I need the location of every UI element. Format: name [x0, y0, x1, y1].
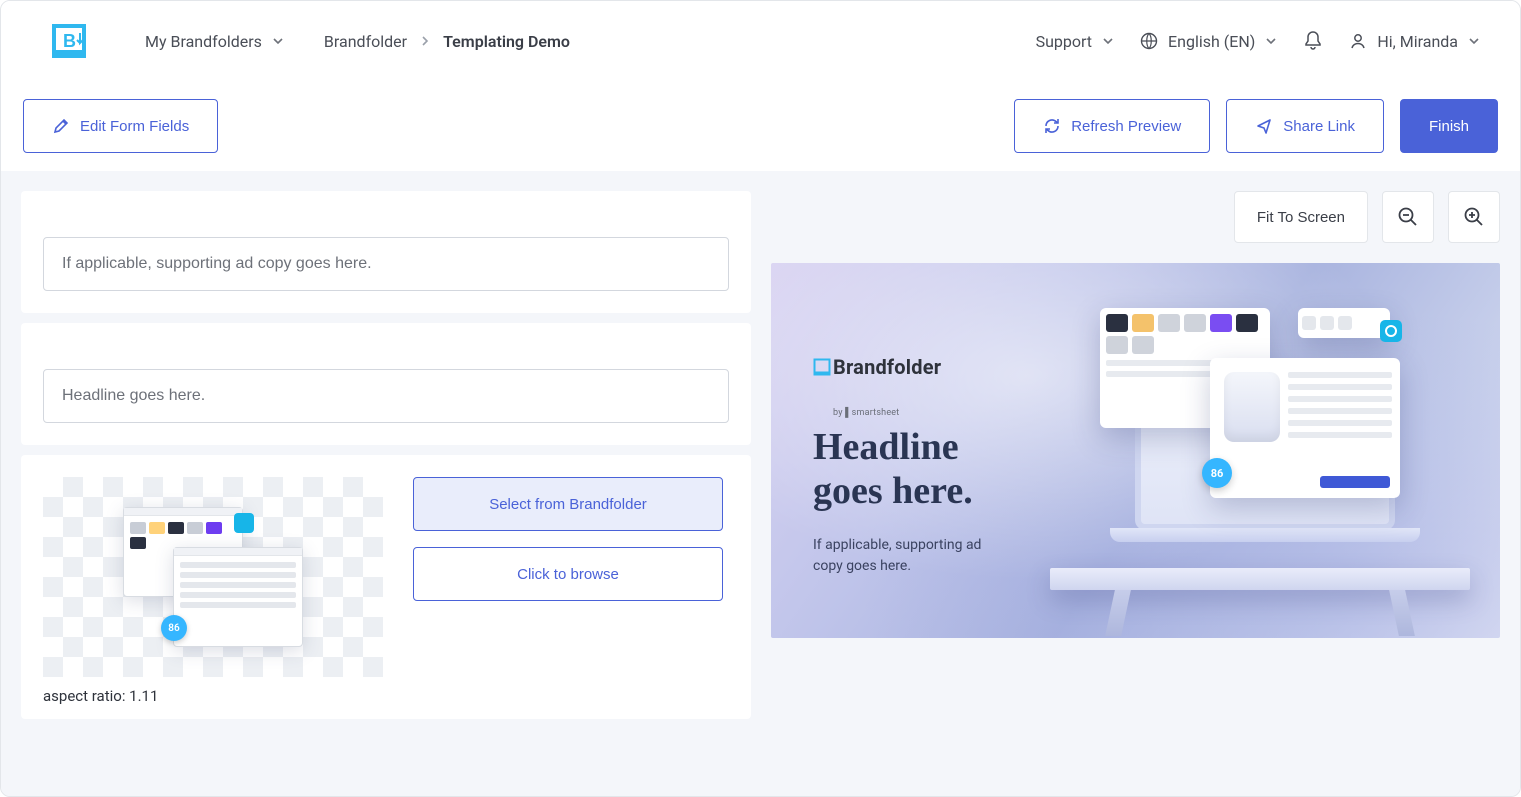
headline-input[interactable]	[43, 369, 729, 423]
chevron-down-icon	[1468, 35, 1480, 47]
chevron-right-icon	[421, 35, 429, 47]
action-bar: Edit Form Fields Refresh Preview Share L…	[1, 81, 1520, 171]
bell-icon	[1303, 30, 1323, 52]
breadcrumb-parent[interactable]: Brandfolder	[324, 32, 407, 51]
image-thumbnail: 86	[43, 477, 383, 677]
select-from-brandfolder-label: Select from Brandfolder	[489, 496, 647, 513]
preview-column: Fit To Screen	[751, 171, 1520, 796]
support-menu[interactable]: Support	[1036, 32, 1114, 51]
language-menu[interactable]: English (EN)	[1140, 32, 1277, 51]
brandfolder-logo-icon: B	[51, 23, 87, 59]
user-icon	[1349, 32, 1367, 50]
pencil-icon	[52, 117, 70, 135]
aspect-ratio-label: aspect ratio: 1.11	[43, 687, 158, 705]
chevron-down-icon	[1265, 35, 1277, 47]
preview-logo: Brandfolder	[813, 355, 981, 379]
fit-to-screen-button[interactable]: Fit To Screen	[1234, 191, 1368, 243]
form-column: 86 Select from Brandfolder Click to brow…	[1, 171, 751, 796]
image-picker-card: 86 Select from Brandfolder Click to brow…	[21, 455, 751, 719]
finish-label: Finish	[1429, 118, 1469, 135]
zoom-in-button[interactable]	[1448, 191, 1500, 243]
my-brandfolders-label: My Brandfolders	[145, 32, 262, 51]
share-link-button[interactable]: Share Link	[1226, 99, 1384, 153]
app-frame: B My Brandfolders Brandfolder Templating…	[0, 0, 1521, 797]
svg-text:B: B	[63, 31, 76, 51]
fit-to-screen-label: Fit To Screen	[1257, 209, 1345, 226]
zoom-out-icon	[1397, 206, 1419, 228]
breadcrumb: Brandfolder Templating Demo	[324, 32, 570, 51]
preview-subcopy: If applicable, supporting ad copy goes h…	[813, 535, 981, 577]
preview-text-block: Brandfolder by ▌smartsheet Headline goes…	[813, 355, 981, 577]
refresh-preview-label: Refresh Preview	[1071, 118, 1181, 135]
preview-toolbar: Fit To Screen	[771, 191, 1500, 243]
breadcrumb-current: Templating Demo	[443, 32, 570, 51]
select-from-brandfolder-button[interactable]: Select from Brandfolder	[413, 477, 723, 531]
preview-logo-sub: by ▌smartsheet	[833, 407, 981, 418]
notifications-button[interactable]	[1303, 30, 1323, 52]
finish-button[interactable]: Finish	[1400, 99, 1498, 153]
user-menu[interactable]: Hi, Miranda	[1349, 32, 1480, 51]
chevron-down-icon	[1102, 35, 1114, 47]
preview-accent-chip-icon	[1380, 320, 1402, 342]
preview-floating-toolbar-icon	[1298, 308, 1390, 338]
chevron-down-icon	[272, 35, 284, 47]
thumb-badge: 86	[161, 615, 187, 641]
preview-shelf-icon	[1050, 568, 1470, 590]
globe-icon	[1140, 32, 1158, 50]
main-split: 86 Select from Brandfolder Click to brow…	[1, 171, 1520, 796]
click-to-browse-label: Click to browse	[517, 566, 619, 583]
refresh-icon	[1043, 117, 1061, 135]
edit-form-fields-label: Edit Form Fields	[80, 118, 189, 135]
refresh-preview-button[interactable]: Refresh Preview	[1014, 99, 1210, 153]
preview-logo-word: Brandfolder	[833, 355, 941, 379]
share-link-label: Share Link	[1283, 118, 1355, 135]
preview-floating-window-2-icon	[1210, 358, 1400, 498]
edit-form-fields-button[interactable]: Edit Form Fields	[23, 99, 218, 153]
user-greeting: Hi, Miranda	[1377, 32, 1458, 51]
click-to-browse-button[interactable]: Click to browse	[413, 547, 723, 601]
headline-card	[21, 323, 751, 445]
brandfolder-mark-icon	[813, 358, 831, 376]
template-preview: Brandfolder by ▌smartsheet Headline goes…	[771, 263, 1500, 638]
top-nav: B My Brandfolders Brandfolder Templating…	[1, 1, 1520, 81]
nav-right: Support English (EN)	[1036, 30, 1480, 52]
preview-badge: 86	[1202, 458, 1232, 488]
preview-headline: Headline goes here.	[813, 426, 981, 513]
language-label: English (EN)	[1168, 32, 1255, 51]
share-icon	[1255, 117, 1273, 135]
supporting-copy-input[interactable]	[43, 237, 729, 291]
thumbnail-mock-icon: 86	[113, 497, 313, 657]
my-brandfolders-menu[interactable]: My Brandfolders	[145, 32, 284, 51]
zoom-out-button[interactable]	[1382, 191, 1434, 243]
support-label: Support	[1036, 32, 1092, 51]
nav-left: My Brandfolders Brandfolder Templating D…	[145, 32, 570, 51]
image-picker-buttons: Select from Brandfolder Click to browse	[413, 477, 723, 601]
supporting-copy-card	[21, 191, 751, 313]
zoom-in-icon	[1463, 206, 1485, 228]
